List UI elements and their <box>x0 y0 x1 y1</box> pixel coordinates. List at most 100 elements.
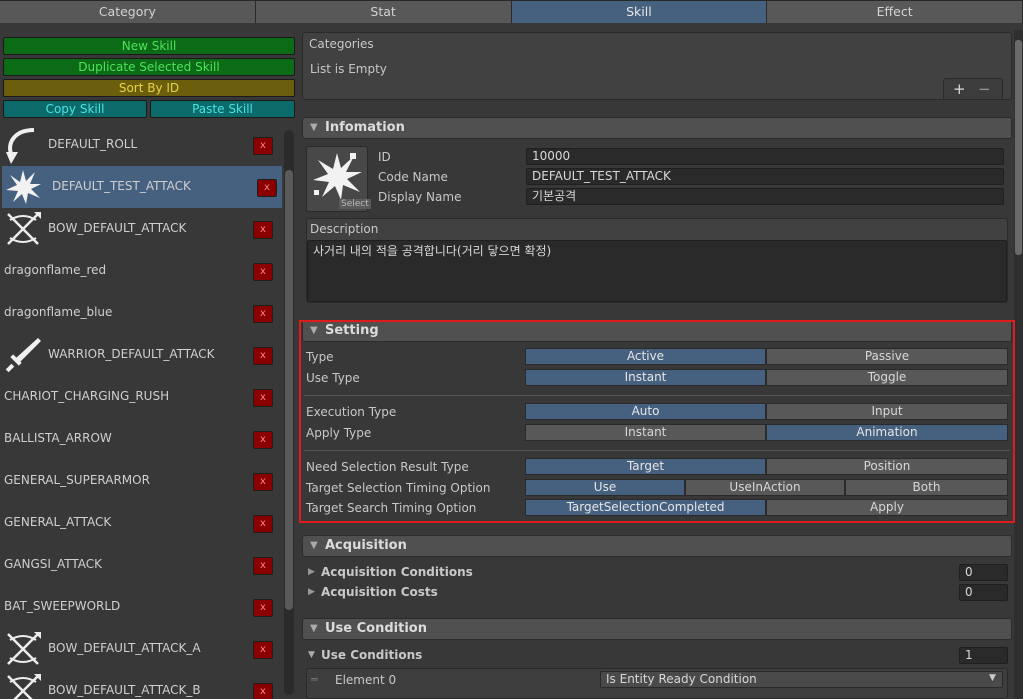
element-label: Element 0 <box>335 673 397 687</box>
delete-skill-button[interactable]: x <box>253 599 273 617</box>
skill-list-item-label: DEFAULT_ROLL <box>48 137 138 151</box>
tab-category[interactable]: Category <box>0 1 256 23</box>
delete-skill-button[interactable]: x <box>257 179 277 197</box>
skill-list-item-label: BAT_SWEEPWORLD <box>4 599 121 613</box>
chevron-down-icon: ▼ <box>989 673 996 683</box>
skill-list-item-label: GANGSI_ATTACK <box>4 557 102 571</box>
skill-list-item[interactable]: GANGSI_ATTACK x <box>2 544 282 586</box>
code-name-field[interactable]: DEFAULT_TEST_ATTACK <box>526 168 1004 185</box>
use-conditions-count[interactable]: 1 <box>959 647 1008 664</box>
skill-list-item[interactable]: dragonflame_blue x <box>2 292 282 334</box>
crossed-bow-icon <box>4 672 42 699</box>
acquisition-costs-count[interactable]: 0 <box>959 584 1008 601</box>
impact-burst-icon <box>313 153 362 200</box>
skill-list-item[interactable]: DEFAULT_TEST_ATTACK x <box>2 166 282 208</box>
skill-list: DEFAULT_ROLL x DEFAULT_TEST_ATTACK x BOW_DEF… <box>2 124 282 699</box>
skill-list-item[interactable]: BALLISTA_ARROW x <box>2 418 282 460</box>
copy-skill-button[interactable]: Copy Skill <box>3 100 147 118</box>
skill-list-item-label: BOW_DEFAULT_ATTACK_B <box>48 683 201 697</box>
skill-list-item-label: GENERAL_SUPERARMOR <box>4 473 150 487</box>
add-category-button[interactable]: + <box>953 80 966 98</box>
collapse-triangle-icon: ▼ <box>310 540 318 551</box>
tab-effect[interactable]: Effect <box>767 1 1023 23</box>
skill-list-scroll-thumb[interactable] <box>285 170 293 610</box>
skill-list-item[interactable]: GENERAL_SUPERARMOR x <box>2 460 282 502</box>
description-field[interactable]: 사거리 내의 적을 공격합니다(거리 닿으면 확정) <box>307 240 1007 302</box>
information-title: Infomation <box>325 120 405 135</box>
skill-list-item[interactable]: BOW_DEFAULT_ATTACK_B x <box>2 670 282 699</box>
collapse-triangle-icon: ▼ <box>310 122 318 133</box>
collapse-triangle-icon[interactable]: ▼ <box>308 650 315 660</box>
skill-list-item[interactable]: DEFAULT_ROLL x <box>2 124 282 166</box>
sort-by-id-button[interactable]: Sort By ID <box>3 79 295 97</box>
categories-box: Categories List is Empty <box>302 32 1012 100</box>
skill-list-item-label: dragonflame_red <box>4 263 107 277</box>
skill-list-panel: New Skill Duplicate Selected Skill Sort … <box>0 30 297 699</box>
categories-empty-text: List is Empty <box>310 62 387 76</box>
acquisition-conditions-count[interactable]: 0 <box>959 564 1008 581</box>
skill-list-item[interactable]: BOW_DEFAULT_ATTACK x <box>2 208 282 250</box>
delete-skill-button[interactable]: x <box>253 515 273 533</box>
skill-list-item[interactable]: BOW_DEFAULT_ATTACK_A x <box>2 628 282 670</box>
delete-skill-button[interactable]: x <box>253 221 273 239</box>
display-name-label: Display Name <box>378 190 462 204</box>
skill-list-item[interactable]: BAT_SWEEPWORLD x <box>2 586 282 628</box>
acquisition-conditions-label[interactable]: Acquisition Conditions <box>321 565 473 579</box>
element-row: ═ Element 0 Is Entity Ready Condition ▼ <box>306 668 1008 699</box>
delete-skill-button[interactable]: x <box>253 641 273 659</box>
tab-skill[interactable]: Skill <box>511 1 768 23</box>
skill-list-item-label: GENERAL_ATTACK <box>4 515 112 529</box>
new-skill-button[interactable]: New Skill <box>3 37 295 55</box>
drag-handle-icon[interactable]: ═ <box>311 673 318 686</box>
impact-burst-icon <box>4 168 42 206</box>
setting-highlight-box <box>299 320 1015 523</box>
tab-stat[interactable]: Stat <box>255 1 512 23</box>
delete-skill-button[interactable]: x <box>253 347 273 365</box>
acquisition-header[interactable]: ▼ Acquisition <box>302 535 1012 557</box>
skill-list-item[interactable]: WARRIOR_DEFAULT_ATTACK x <box>2 334 282 376</box>
collapse-triangle-icon: ▼ <box>310 623 318 634</box>
skill-list-item-label: DEFAULT_TEST_ATTACK <box>52 179 191 193</box>
delete-skill-button[interactable]: x <box>253 305 273 323</box>
skill-list-item[interactable]: dragonflame_red x <box>2 250 282 292</box>
skill-list-item-label: CHARIOT_CHARGING_RUSH <box>4 389 170 403</box>
use-condition-header[interactable]: ▼ Use Condition <box>302 618 1012 640</box>
roll-arrow-icon <box>4 126 42 164</box>
expand-triangle-icon[interactable]: ▶ <box>308 587 315 597</box>
information-header[interactable]: ▼ Infomation <box>302 117 1012 139</box>
delete-skill-button[interactable]: x <box>253 389 273 407</box>
select-icon-button[interactable]: Select <box>339 199 371 209</box>
skill-list-item-label: dragonflame_blue <box>4 305 113 319</box>
detail-scroll-thumb[interactable] <box>1015 40 1022 255</box>
crossed-bow-icon <box>4 210 42 248</box>
id-field[interactable]: 10000 <box>526 148 1004 165</box>
skill-icon-slot[interactable]: Select <box>306 146 371 212</box>
sword-icon <box>4 336 42 374</box>
code-name-label: Code Name <box>378 170 448 184</box>
skill-list-item[interactable]: GENERAL_ATTACK x <box>2 502 282 544</box>
delete-skill-button[interactable]: x <box>253 473 273 491</box>
expand-triangle-icon[interactable]: ▶ <box>308 567 315 577</box>
display-name-field[interactable]: 기본공격 <box>526 188 1004 205</box>
delete-skill-button[interactable]: x <box>253 557 273 575</box>
id-label: ID <box>378 150 391 164</box>
categories-title: Categories <box>309 37 374 51</box>
top-tab-bar: Category Stat Skill Effect <box>0 0 1023 23</box>
delete-skill-button[interactable]: x <box>253 137 273 155</box>
element-condition-dropdown[interactable]: Is Entity Ready Condition <box>600 671 1003 688</box>
delete-skill-button[interactable]: x <box>253 683 273 699</box>
acquisition-costs-label[interactable]: Acquisition Costs <box>321 585 438 599</box>
delete-skill-button[interactable]: x <box>253 263 273 281</box>
use-conditions-label[interactable]: Use Conditions <box>321 648 422 662</box>
description-label: Description <box>310 222 379 236</box>
remove-category-button[interactable]: − <box>978 80 991 98</box>
skill-list-item-label: BOW_DEFAULT_ATTACK_A <box>48 641 201 655</box>
delete-skill-button[interactable]: x <box>253 431 273 449</box>
skill-list-item[interactable]: CHARIOT_CHARGING_RUSH x <box>2 376 282 418</box>
paste-skill-button[interactable]: Paste Skill <box>150 100 295 118</box>
crossed-bow-icon <box>4 630 42 668</box>
acquisition-title: Acquisition <box>325 538 407 553</box>
duplicate-skill-button[interactable]: Duplicate Selected Skill <box>3 58 295 76</box>
skill-list-item-label: BOW_DEFAULT_ATTACK <box>48 221 187 235</box>
skill-list-item-label: WARRIOR_DEFAULT_ATTACK <box>48 347 215 361</box>
